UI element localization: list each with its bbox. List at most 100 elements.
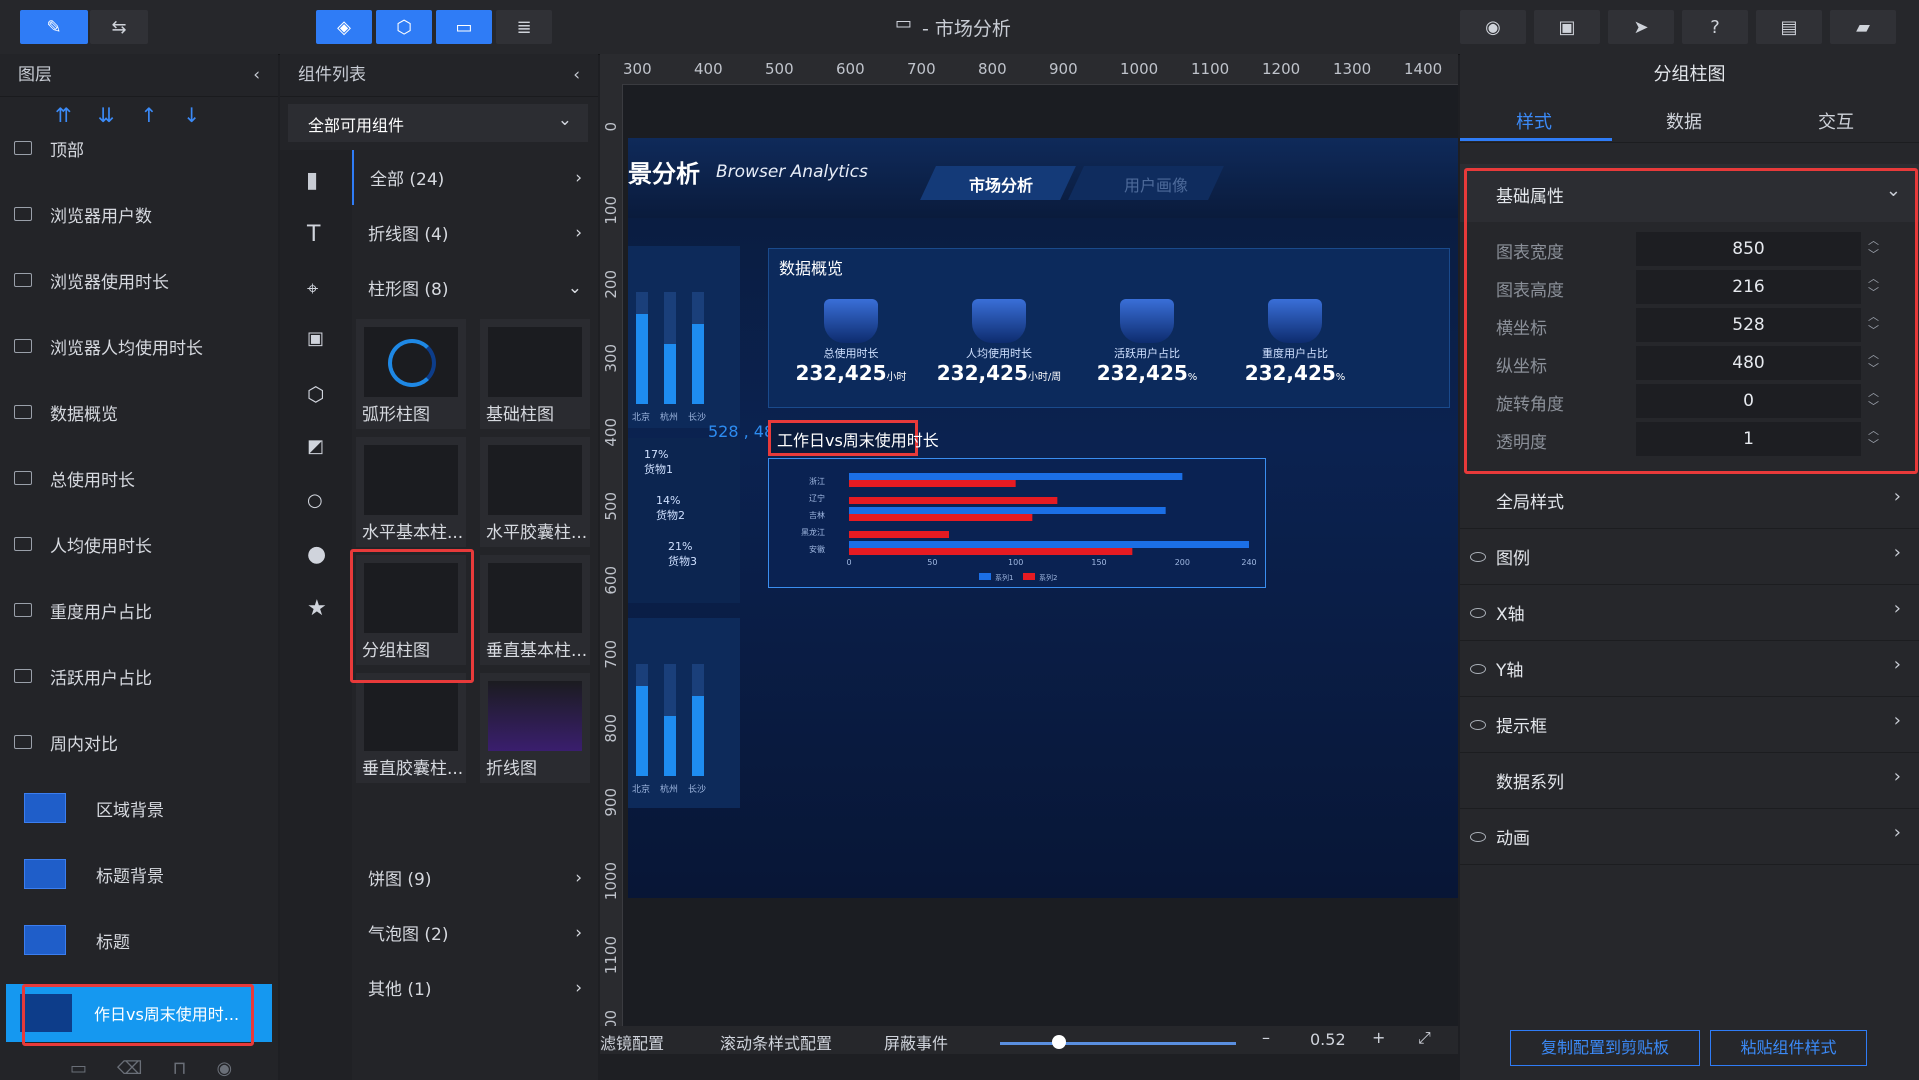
layer-item[interactable]: 数据概览 [0, 379, 278, 445]
category-pie[interactable]: 饼图 (9) › [352, 850, 598, 905]
move-up-icon[interactable]: ↑ [141, 103, 158, 127]
tab-interaction[interactable]: 交互 [1818, 108, 1854, 134]
send-icon[interactable]: ➤ [1608, 10, 1674, 44]
layer-item[interactable]: 重度用户占比 [0, 577, 278, 643]
copy-config-button[interactable]: 复制配置到剪贴板 [1510, 1030, 1700, 1066]
card-line-chart[interactable]: 折线图 [480, 673, 590, 783]
card-vertical-capsule-bar[interactable]: 垂直胶囊柱... [356, 673, 466, 783]
layer-item[interactable]: 标题背景 [0, 841, 278, 907]
card-horizontal-basic-bar[interactable]: 水平基本柱... [356, 437, 466, 547]
card-basic-bar[interactable]: 基础柱图 [480, 319, 590, 429]
tab-user[interactable]: 用户画像 [1124, 172, 1188, 196]
bar-系列1[interactable] [849, 473, 1183, 480]
ruler-corner-icon[interactable] [600, 54, 622, 84]
category-bar[interactable]: 柱形图 (8) ⌄ [352, 260, 598, 315]
layer-item[interactable]: 人均使用时长 [0, 511, 278, 577]
category-all[interactable]: 全部 (24) › [352, 150, 598, 205]
cube-icon[interactable]: ⬡ [307, 382, 324, 406]
tab-data[interactable]: 数据 [1666, 108, 1702, 134]
lock-icon[interactable]: ⊓ [172, 1058, 186, 1079]
category-other[interactable]: 其他 (1) › [352, 960, 598, 1015]
swap-icon[interactable]: ⇆ [90, 10, 148, 44]
layer-item[interactable]: 顶部 [0, 115, 278, 181]
block-events[interactable]: 屏蔽事件 [884, 1030, 948, 1054]
bar-系列2[interactable] [849, 531, 949, 538]
card-vertical-basic-bar[interactable]: 垂直基本柱... [480, 555, 590, 665]
layer-item[interactable]: 总使用时长 [0, 445, 278, 511]
prop-section[interactable]: 数据系列 › [1460, 752, 1919, 809]
edit-icon[interactable]: ✎ [20, 10, 88, 44]
publish-icon[interactable]: ▤ [1756, 10, 1822, 44]
layers-icon[interactable]: ◈ [316, 10, 372, 44]
category-bubble[interactable]: 气泡图 (2) › [352, 905, 598, 960]
eye-icon[interactable] [1470, 608, 1486, 618]
shapes-icon[interactable]: ◩ [307, 436, 324, 457]
filter-config[interactable]: 滤镜配置 [600, 1030, 664, 1054]
layer-item[interactable]: 活跃用户占比 [0, 643, 278, 709]
layer-item[interactable]: 浏览器使用时长 [0, 247, 278, 313]
preview-eye-icon[interactable]: ◉ [1460, 10, 1526, 44]
collapse-icon[interactable]: ‹ [573, 54, 580, 96]
bar-系列2[interactable] [849, 480, 1016, 487]
prop-section[interactable]: 图例 › [1460, 528, 1919, 585]
record-icon[interactable]: ▣ [1534, 10, 1600, 44]
mini-bar [664, 716, 676, 776]
zoom-value[interactable]: 0.52 [1310, 1030, 1346, 1049]
category-line[interactable]: 折线图 (4) › [352, 205, 598, 260]
text-icon[interactable]: T [307, 222, 320, 247]
bar-系列1[interactable] [849, 541, 1249, 548]
layer-item[interactable]: 标题 [0, 907, 278, 973]
zoom-slider-handle[interactable] [1052, 1035, 1066, 1049]
prop-section[interactable]: X轴 › [1460, 584, 1919, 641]
cube-icon[interactable]: ⬡ [376, 10, 432, 44]
layer-item[interactable]: 区域背景 [0, 775, 278, 841]
database-icon[interactable]: ≣ [496, 10, 552, 44]
legend-label: 系列2 [1039, 573, 1057, 582]
eye-icon[interactable] [1470, 720, 1486, 730]
prop-section[interactable]: 全局样式 › [1460, 472, 1919, 529]
eye-icon[interactable] [1470, 664, 1486, 674]
bar-系列2[interactable] [849, 497, 1058, 504]
move-bottom-icon[interactable]: ⇊ [98, 103, 115, 127]
zoom-out-icon[interactable]: – [1262, 1028, 1270, 1047]
star-icon[interactable]: ★ [307, 596, 327, 621]
bar-系列2[interactable] [849, 548, 1133, 555]
prop-section[interactable]: Y轴 › [1460, 640, 1919, 697]
editor-canvas[interactable]: 300 400 500 600 700 800 900 1000 1100 1200 1300 140… [600, 54, 1458, 1054]
layer-item[interactable]: 浏览器用户数 [0, 181, 278, 247]
delete-icon[interactable]: ⌫ [117, 1058, 142, 1079]
folder-icon[interactable]: ▭ [70, 1058, 87, 1079]
zoom-in-icon[interactable]: + [1372, 1028, 1385, 1047]
visibility-icon[interactable]: ◉ [217, 1058, 233, 1079]
grouped-bar-chart[interactable]: 浙江 辽宁 吉林 黑龙江 安徽 0 50 100 150 200 240 系列1 系列2 [768, 458, 1266, 588]
component-filter-select[interactable]: 全部可用组件 ⌄ [288, 104, 588, 142]
circle-icon[interactable]: ○ [307, 490, 323, 511]
panel-icon[interactable]: ▭ [436, 10, 492, 44]
media-icon[interactable]: ▣ [307, 328, 324, 349]
move-down-icon[interactable]: ↓ [183, 103, 200, 127]
layer-item[interactable]: 周内对比 [0, 709, 278, 775]
prop-section[interactable]: 提示框 › [1460, 696, 1919, 753]
paste-style-button[interactable]: 粘贴组件样式 [1710, 1030, 1867, 1066]
user-icon[interactable]: ● [307, 542, 326, 567]
eye-icon[interactable] [1470, 552, 1486, 562]
save-icon[interactable]: ▰ [1830, 10, 1896, 44]
fit-screen-icon[interactable]: ⤢ [1418, 1028, 1431, 1048]
eye-icon[interactable] [1470, 832, 1486, 842]
layer-item[interactable]: 浏览器人均使用时长 [0, 313, 278, 379]
card-arc-bar[interactable]: 弧形柱图 [356, 319, 466, 429]
prop-section[interactable]: 动画 › [1460, 808, 1919, 865]
scrollbar-config[interactable]: 滚动条样式配置 [720, 1030, 832, 1054]
tab-style[interactable]: 样式 [1516, 108, 1552, 134]
zoom-slider[interactable] [1000, 1042, 1236, 1045]
map-pin-icon[interactable]: ⌖ [307, 276, 318, 300]
bar-系列1[interactable] [849, 507, 1166, 514]
bar-chart-icon[interactable]: ▮ [306, 168, 318, 193]
tab-market[interactable]: 市场分析 [969, 172, 1033, 196]
help-icon[interactable]: ? [1682, 10, 1748, 44]
move-top-icon[interactable]: ⇈ [55, 103, 72, 127]
card-horizontal-capsule-bar[interactable]: 水平胶囊柱... [480, 437, 590, 547]
collapse-icon[interactable]: ‹ [253, 54, 260, 96]
bar-系列2[interactable] [849, 514, 1033, 521]
chart-title-box[interactable]: 工作日vs周末使用时长 [768, 420, 939, 456]
